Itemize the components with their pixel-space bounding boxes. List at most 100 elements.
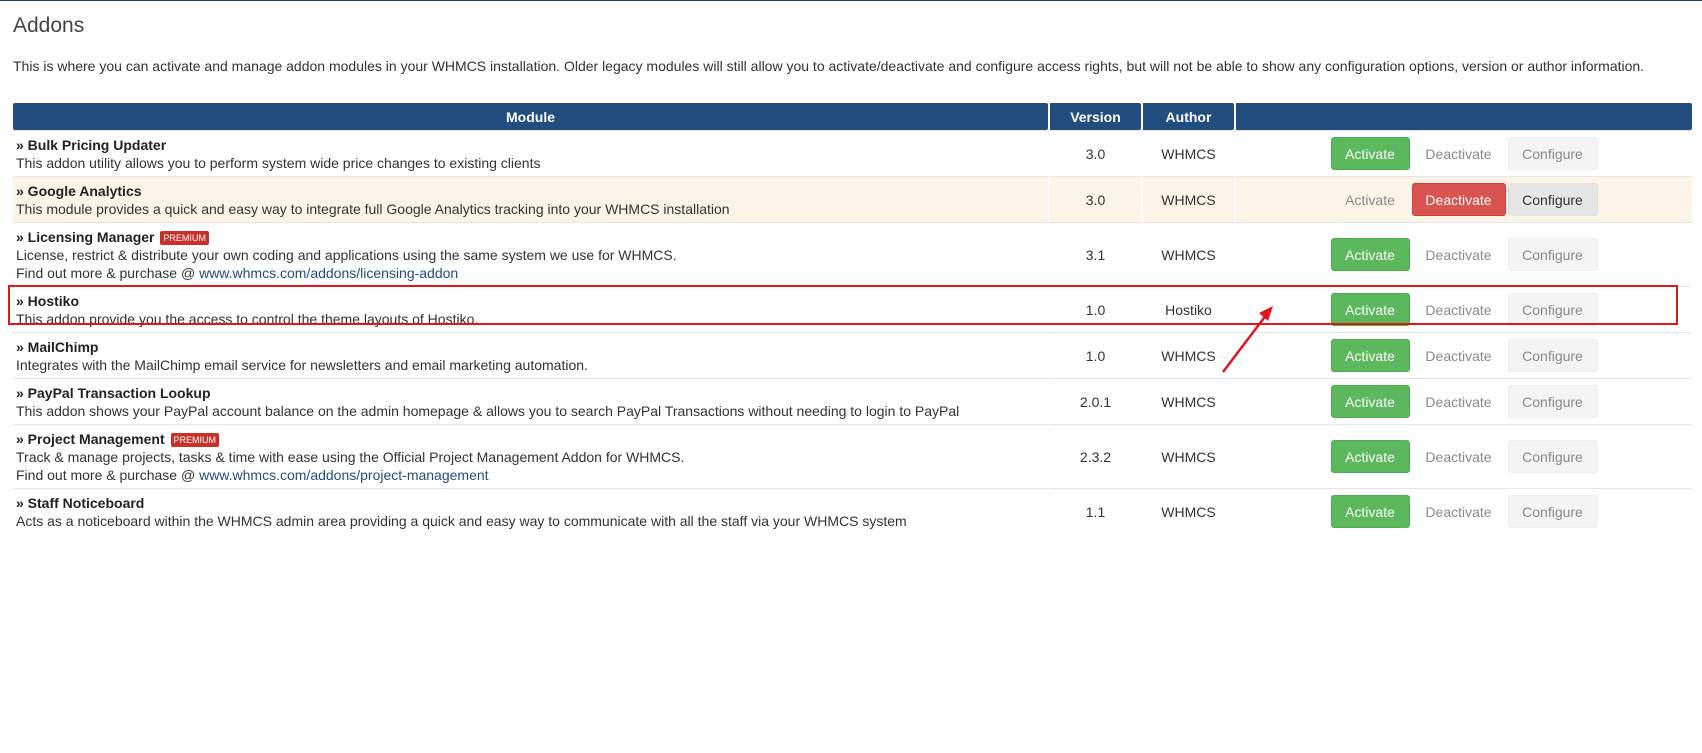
module-more-line: Find out more & purchase @ www.whmcs.com… <box>16 466 1045 484</box>
premium-badge: PREMIUM <box>160 231 209 245</box>
configure-button: Configure <box>1507 495 1598 528</box>
module-version: 2.3.2 <box>1048 424 1141 488</box>
module-name-line: » Licensing Manager PREMIUM <box>16 228 1045 246</box>
module-version: 1.0 <box>1048 286 1141 332</box>
module-cell: » MailChimp Integrates with the MailChimp… <box>13 332 1048 378</box>
module-description: Acts as a noticeboard within the WHMCS a… <box>16 513 907 529</box>
module-name-line: » MailChimp <box>16 338 1045 356</box>
module-name-line: » Staff Noticeboard <box>16 494 1045 512</box>
annotation-arrow-icon <box>1222 306 1273 373</box>
activate-button[interactable]: Activate <box>1330 385 1410 418</box>
module-cell: » Google Analytics This module provides a… <box>13 176 1048 222</box>
module-cell: » Hostiko This addon provide you the acce… <box>13 286 1048 332</box>
column-header-module[interactable]: Module <box>13 103 1048 130</box>
module-more-link[interactable]: www.whmcs.com/addons/licensing-addon <box>199 265 458 281</box>
module-description: This addon shows your PayPal account bal… <box>16 403 960 419</box>
deactivate-button[interactable]: Deactivate <box>1411 183 1506 216</box>
module-author: WHMCS <box>1141 176 1234 222</box>
module-actions: Activate Deactivate Configure <box>1234 378 1692 424</box>
module-description: License, restrict & distribute your own … <box>16 247 677 263</box>
column-header-version[interactable]: Version <box>1048 103 1141 130</box>
module-actions: Activate Deactivate Configure <box>1234 424 1692 488</box>
module-name-line: » Google Analytics <box>16 182 1045 200</box>
addons-table: Module Version Author » Bulk Pricing Upd… <box>13 103 1692 534</box>
module-version: 3.0 <box>1048 130 1141 176</box>
column-header-actions <box>1234 103 1692 130</box>
module-name-line: » Bulk Pricing Updater <box>16 136 1045 154</box>
module-name-line: » Hostiko <box>16 292 1045 310</box>
top-border <box>0 0 1702 1</box>
table-row: » Bulk Pricing Updater This addon utility… <box>13 130 1692 176</box>
activate-button[interactable]: Activate <box>1330 440 1410 473</box>
deactivate-button: Deactivate <box>1425 146 1492 162</box>
module-author: WHMCS <box>1141 130 1234 176</box>
module-actions: Activate Deactivate Configure <box>1234 130 1692 176</box>
activate-button[interactable]: Activate <box>1330 137 1410 170</box>
module-actions: Activate Deactivate Configure <box>1234 176 1692 222</box>
addons-page: Addons This is where you can activate an… <box>0 0 1702 753</box>
configure-button: Configure <box>1507 440 1598 473</box>
deactivate-button: Deactivate <box>1425 247 1492 263</box>
deactivate-button: Deactivate <box>1425 394 1492 410</box>
deactivate-button: Deactivate <box>1425 449 1492 465</box>
premium-badge: PREMIUM <box>170 433 219 447</box>
activate-button[interactable]: Activate <box>1330 495 1410 528</box>
configure-button: Configure <box>1507 385 1598 418</box>
module-cell: » Bulk Pricing Updater This addon utility… <box>13 130 1048 176</box>
module-name-line: » PayPal Transaction Lookup <box>16 384 1045 402</box>
page-title: Addons <box>13 14 85 37</box>
module-actions: Activate Deactivate Configure <box>1234 332 1692 378</box>
table-row: » PayPal Transaction Lookup This addon sh… <box>13 378 1692 424</box>
module-name: » MailChimp <box>16 339 99 355</box>
module-description: This addon utility allows you to perform… <box>16 155 541 171</box>
table-row: » Licensing Manager PREMIUM License, rest… <box>13 222 1692 286</box>
module-more-prefix: Find out more & purchase @ <box>16 265 200 281</box>
module-author: WHMCS <box>1141 378 1234 424</box>
module-author: WHMCS <box>1141 424 1234 488</box>
activate-button: Activate <box>1345 192 1395 208</box>
module-cell: » Licensing Manager PREMIUM License, rest… <box>13 222 1048 286</box>
module-description: This module provides a quick and easy wa… <box>16 201 730 217</box>
module-name: » Hostiko <box>16 293 80 309</box>
module-name: » Licensing Manager <box>16 229 155 245</box>
module-name: » Staff Noticeboard <box>16 495 145 511</box>
table-row: » Hostiko This addon provide you the acce… <box>13 286 1692 332</box>
column-header-author[interactable]: Author <box>1141 103 1234 130</box>
table-row: » Project Management PREMIUM Track & mana… <box>13 424 1692 488</box>
module-name: » Bulk Pricing Updater <box>16 137 167 153</box>
deactivate-button: Deactivate <box>1425 348 1492 364</box>
activate-button[interactable]: Activate <box>1330 238 1410 271</box>
activate-button[interactable]: Activate <box>1330 293 1410 326</box>
page-intro: This is where you can activate and manag… <box>13 58 1645 74</box>
module-cell: » Project Management PREMIUM Track & mana… <box>13 424 1048 488</box>
module-version: 3.0 <box>1048 176 1141 222</box>
module-more-link[interactable]: www.whmcs.com/addons/project-management <box>199 467 488 483</box>
configure-button: Configure <box>1507 238 1598 271</box>
module-name-line: » Project Management PREMIUM <box>16 430 1045 448</box>
deactivate-button: Deactivate <box>1425 504 1492 520</box>
module-name: » PayPal Transaction Lookup <box>16 385 211 401</box>
module-cell: » Staff Noticeboard Acts as a noticeboard… <box>13 488 1048 534</box>
module-description: Track & manage projects, tasks & time wi… <box>16 449 685 465</box>
module-more-line: Find out more & purchase @ www.whmcs.com… <box>16 264 1045 282</box>
activate-button[interactable]: Activate <box>1330 339 1410 372</box>
table-row: » Staff Noticeboard Acts as a noticeboard… <box>13 488 1692 534</box>
module-actions: Activate Deactivate Configure <box>1234 286 1692 332</box>
module-more-prefix: Find out more & purchase @ <box>16 467 200 483</box>
module-author: WHMCS <box>1141 222 1234 286</box>
module-actions: Activate Deactivate Configure <box>1234 222 1692 286</box>
module-version: 2.0.1 <box>1048 378 1141 424</box>
table-row: » Google Analytics This module provides a… <box>13 176 1692 222</box>
configure-button[interactable]: Configure <box>1507 183 1598 216</box>
table-row: » MailChimp Integrates with the MailChimp… <box>13 332 1692 378</box>
deactivate-button: Deactivate <box>1425 302 1492 318</box>
module-actions: Activate Deactivate Configure <box>1234 488 1692 534</box>
module-version: 1.0 <box>1048 332 1141 378</box>
configure-button: Configure <box>1507 293 1598 326</box>
module-description: This addon provide you the access to con… <box>16 311 479 327</box>
module-version: 1.1 <box>1048 488 1141 534</box>
module-author: WHMCS <box>1141 488 1234 534</box>
module-name: » Project Management <box>16 431 165 447</box>
module-name: » Google Analytics <box>16 183 142 199</box>
configure-button: Configure <box>1507 339 1598 372</box>
